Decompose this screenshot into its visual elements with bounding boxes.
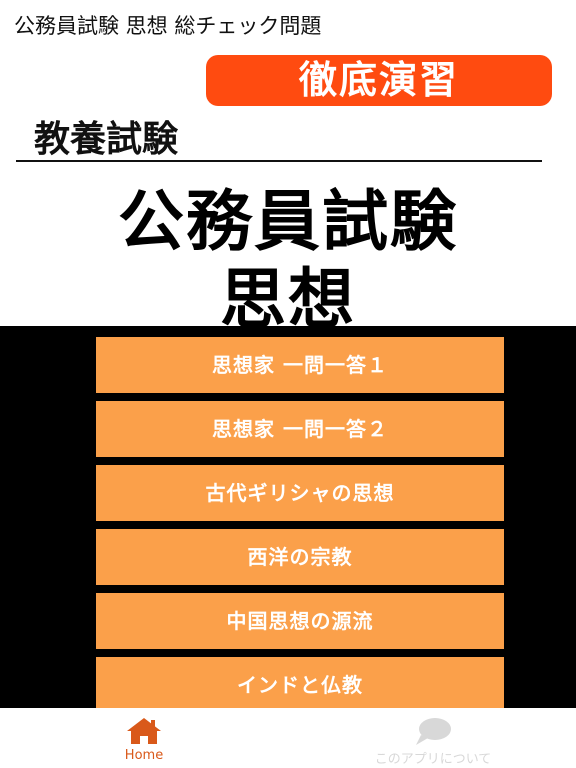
menu-item-india-buddhism[interactable]: インドと仏教: [72, 657, 504, 713]
menu-item-western-religion[interactable]: 西洋の宗教: [72, 529, 504, 585]
menu-item-label: 西洋の宗教: [96, 529, 504, 585]
tab-bar: Home このアプリについて: [0, 708, 576, 768]
menu-item-chinese-thought[interactable]: 中国思想の源流: [72, 593, 504, 649]
cover-divider: [16, 160, 542, 162]
menu-list: 思想家 一問一答１ 思想家 一問一答２ 古代ギリシャの思想 西洋の宗教 中国思想…: [72, 337, 504, 721]
app-title: 公務員試験 思想 総チェック問題: [14, 14, 322, 38]
title-bar: 公務員試験 思想 総チェック問題: [0, 0, 576, 48]
menu-item-label: 思想家 一問一答２: [96, 401, 504, 457]
menu-item-thinker-qa-2[interactable]: 思想家 一問一答２: [72, 401, 504, 457]
menu-item-ancient-greek[interactable]: 古代ギリシャの思想: [72, 465, 504, 521]
menu-item-label: 思想家 一問一答１: [96, 337, 504, 393]
app-window: 公務員試験 思想 総チェック問題 徹底演習 教養試験 公務員試験 思想 思想家 …: [0, 0, 576, 768]
tab-about-label: このアプリについて: [374, 752, 492, 767]
menu-item-label: 中国思想の源流: [96, 593, 504, 649]
menu-item-label: 古代ギリシャの思想: [96, 465, 504, 521]
tab-home-label: Home: [124, 748, 164, 763]
cover-subtitle: 教養試験: [34, 119, 179, 160]
speech-bubble-icon: [416, 718, 451, 745]
home-icon: [127, 718, 161, 744]
tab-about[interactable]: このアプリについて: [330, 708, 536, 768]
menu-item-label: インドと仏教: [96, 657, 504, 713]
cover-title-line2: 思想: [220, 261, 356, 338]
menu-item-thinker-qa-1[interactable]: 思想家 一問一答１: [72, 337, 504, 393]
cover-badge: 徹底演習: [206, 55, 552, 106]
tab-home[interactable]: Home: [104, 708, 184, 768]
